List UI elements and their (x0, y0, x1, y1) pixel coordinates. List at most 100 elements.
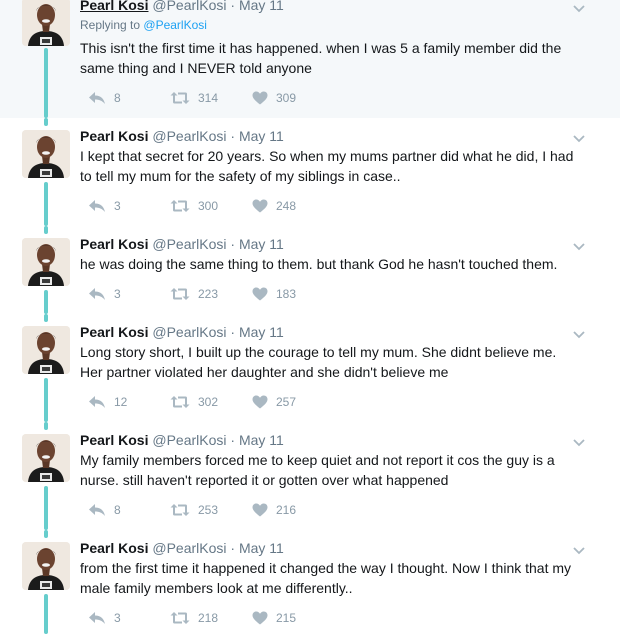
separator: · (230, 128, 236, 144)
tweet-header: Pearl Kosi @PearlKosi · May 11 (80, 539, 284, 557)
tweet-date[interactable]: May 11 (239, 128, 284, 144)
tweet-text-line: My family members forced me to keep quie… (80, 452, 555, 468)
like-button[interactable]: 248 (244, 198, 296, 214)
like-count: 216 (276, 503, 297, 517)
tweet-text-line: he was doing the same thing to them. but… (80, 256, 558, 272)
tweet-2[interactable]: Pearl Kosi @PearlKosi · May 11 I kept th… (0, 118, 620, 226)
tweet-text-line: Her partner violated her daughter and sh… (80, 364, 449, 380)
separator: · (230, 540, 236, 556)
retweet-count: 314 (198, 91, 219, 105)
replying-to: Replying to @PearlKosi (80, 17, 207, 33)
tweet-text: My family members forced me to keep quie… (80, 450, 590, 490)
like-button[interactable]: 309 (244, 90, 296, 106)
tweet-3[interactable]: Pearl Kosi @PearlKosi · May 11 he was do… (0, 226, 620, 314)
tweet-date[interactable]: May 11 (239, 540, 284, 556)
heart-icon (252, 199, 268, 213)
chevron-down-icon[interactable] (573, 542, 585, 555)
tweet-text-line: to tell my mum for the safety of my sibl… (80, 168, 401, 184)
tweet-text-line: This isn't the first time it has happene… (80, 40, 562, 56)
tweet-4[interactable]: Pearl Kosi @PearlKosi · May 11 Long stor… (0, 314, 620, 422)
author-handle[interactable]: @PearlKosi (152, 432, 226, 448)
avatar[interactable] (22, 0, 70, 46)
chevron-down-icon[interactable] (573, 0, 585, 13)
tweet-text-line: nurse. still haven't reported it or gott… (80, 472, 449, 488)
reply-button[interactable]: 8 (80, 90, 121, 106)
avatar[interactable] (22, 542, 70, 590)
author-handle[interactable]: @PearlKosi (152, 0, 226, 13)
tweet-1[interactable]: Pearl Kosi @PearlKosi · May 11 Replying … (0, 0, 620, 118)
tweet-header: Pearl Kosi @PearlKosi · May 11 (80, 235, 284, 253)
chevron-down-icon[interactable] (573, 238, 585, 251)
separator: · (230, 0, 236, 13)
author-handle[interactable]: @PearlKosi (152, 540, 226, 556)
author-name[interactable]: Pearl Kosi (80, 236, 148, 252)
tweet-date[interactable]: May 11 (239, 236, 284, 252)
author-name[interactable]: Pearl Kosi (80, 540, 148, 556)
thread-line (44, 290, 48, 314)
tweet-text-line: I kept that secret for 20 years. So when… (80, 148, 574, 164)
thread-line (44, 594, 48, 634)
retweet-button[interactable]: 253 (162, 502, 218, 518)
like-count: 248 (276, 199, 297, 213)
reply-icon (88, 287, 106, 301)
avatar[interactable] (22, 238, 70, 286)
retweet-icon (170, 199, 190, 213)
like-count: 257 (276, 395, 297, 409)
author-handle[interactable]: @PearlKosi (152, 324, 226, 340)
retweet-icon (170, 287, 190, 301)
like-button[interactable]: 257 (244, 394, 296, 410)
tweet-actions: 8 314 309 (80, 90, 340, 106)
tweet-text-line: male family members look at me different… (80, 580, 353, 596)
reply-button[interactable]: 3 (80, 286, 121, 302)
replying-to-handle[interactable]: @PearlKosi (143, 18, 207, 32)
like-button[interactable]: 183 (244, 286, 296, 302)
reply-icon (88, 395, 106, 409)
reply-button[interactable]: 3 (80, 198, 121, 214)
retweet-count: 218 (198, 611, 219, 625)
tweet-date[interactable]: May 11 (239, 324, 284, 340)
retweet-button[interactable]: 223 (162, 286, 218, 302)
tweet-date[interactable]: May 11 (239, 432, 284, 448)
separator: · (230, 324, 236, 340)
thread-line (44, 182, 48, 226)
retweet-button[interactable]: 314 (162, 90, 218, 106)
retweet-button[interactable]: 302 (162, 394, 218, 410)
author-name[interactable]: Pearl Kosi (80, 0, 148, 13)
retweet-button[interactable]: 218 (162, 610, 218, 626)
avatar[interactable] (22, 434, 70, 482)
chevron-down-icon[interactable] (573, 326, 585, 339)
reply-button[interactable]: 12 (80, 394, 127, 410)
retweet-button[interactable]: 300 (162, 198, 218, 214)
tweet-date[interactable]: May 11 (239, 0, 284, 13)
retweet-count: 223 (198, 287, 219, 301)
author-name[interactable]: Pearl Kosi (80, 324, 148, 340)
author-handle[interactable]: @PearlKosi (152, 236, 226, 252)
tweet-5[interactable]: Pearl Kosi @PearlKosi · May 11 My family… (0, 422, 620, 530)
avatar[interactable] (22, 130, 70, 178)
reply-count: 3 (114, 611, 121, 625)
reply-count: 8 (114, 503, 121, 517)
like-button[interactable]: 215 (244, 610, 296, 626)
tweet-actions: 12 302 257 (80, 394, 340, 410)
tweet-actions: 3 218 215 (80, 610, 340, 626)
reply-count: 3 (114, 287, 121, 301)
tweet-actions: 3 300 248 (80, 198, 340, 214)
like-count: 183 (276, 287, 297, 301)
tweet-text: from the first time it happened it chang… (80, 558, 590, 598)
reply-button[interactable]: 3 (80, 610, 121, 626)
chevron-down-icon[interactable] (573, 130, 585, 143)
author-handle[interactable]: @PearlKosi (152, 128, 226, 144)
reply-icon (88, 503, 106, 517)
like-button[interactable]: 216 (244, 502, 296, 518)
tweet-text-line: from the first time it happened it chang… (80, 560, 572, 576)
chevron-down-icon[interactable] (573, 434, 585, 447)
retweet-icon (170, 395, 190, 409)
author-name[interactable]: Pearl Kosi (80, 432, 148, 448)
author-name[interactable]: Pearl Kosi (80, 128, 148, 144)
tweet-text-line: Long story short, I built up the courage… (80, 344, 557, 360)
reply-button[interactable]: 8 (80, 502, 121, 518)
avatar[interactable] (22, 326, 70, 374)
thread-line (44, 530, 48, 538)
tweet-6[interactable]: Pearl Kosi @PearlKosi · May 11 from the … (0, 530, 620, 634)
thread-line (44, 314, 48, 322)
